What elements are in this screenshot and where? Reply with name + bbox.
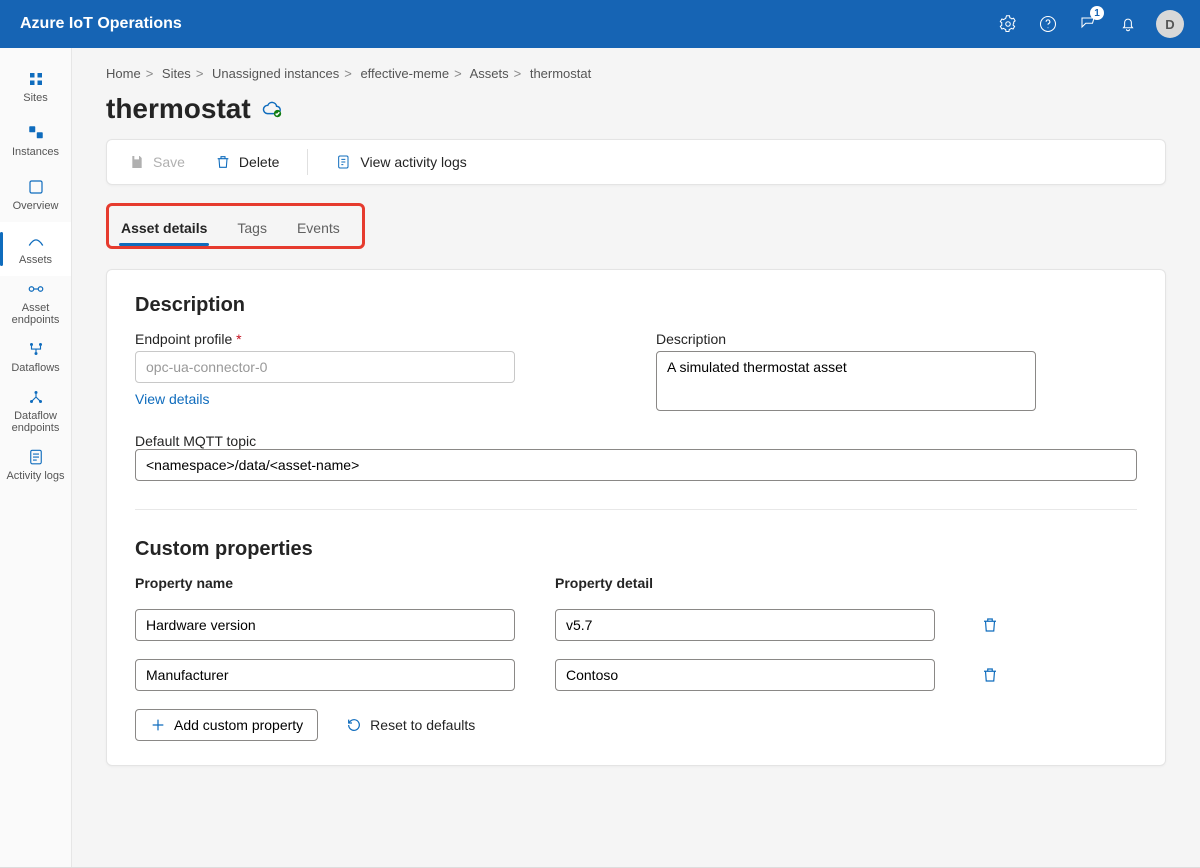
nav-overview[interactable]: Overview	[0, 168, 71, 222]
notifications-icon[interactable]	[1108, 0, 1148, 48]
nav-asset-endpoints[interactable]: Asset endpoints	[0, 276, 71, 330]
user-avatar[interactable]: D	[1156, 10, 1184, 38]
feedback-badge: 1	[1090, 6, 1104, 20]
top-header: Azure IoT Operations 1 D	[0, 0, 1200, 48]
reset-icon	[346, 717, 362, 733]
mqtt-topic-label: Default MQTT topic	[135, 433, 256, 449]
property-detail-input[interactable]	[555, 609, 935, 641]
help-icon[interactable]	[1028, 0, 1068, 48]
left-nav: Sites Instances Overview Assets Asset en…	[0, 48, 72, 867]
toolbar: Save Delete View activity logs	[106, 139, 1166, 185]
property-name-input[interactable]	[135, 659, 515, 691]
description-label: Description	[656, 331, 1137, 347]
property-detail-input[interactable]	[555, 659, 935, 691]
trash-icon	[215, 154, 231, 170]
breadcrumb: Home> Sites> Unassigned instances> effec…	[106, 66, 1166, 81]
activity-log-icon	[336, 154, 352, 170]
view-activity-logs-button[interactable]: View activity logs	[334, 148, 468, 176]
endpoint-profile-label: Endpoint profile	[135, 331, 616, 347]
property-name-header: Property name	[135, 575, 515, 591]
crumb-sites[interactable]: Sites	[162, 66, 191, 81]
section-description: Description	[135, 294, 1137, 317]
delete-button[interactable]: Delete	[213, 148, 281, 176]
app-title: Azure IoT Operations	[20, 15, 182, 33]
save-button: Save	[127, 148, 187, 176]
tab-asset-details[interactable]: Asset details	[119, 214, 209, 246]
crumb-home[interactable]: Home	[106, 66, 141, 81]
endpoint-profile-input	[135, 351, 515, 383]
view-details-link[interactable]: View details	[135, 391, 616, 407]
crumb-assets[interactable]: Assets	[470, 66, 509, 81]
add-custom-property-button[interactable]: Add custom property	[135, 709, 318, 741]
mqtt-topic-input[interactable]	[135, 449, 1137, 481]
nav-instances[interactable]: Instances	[0, 114, 71, 168]
crumb-current: thermostat	[530, 66, 591, 81]
details-card: Description Endpoint profile View detail…	[106, 269, 1166, 766]
settings-icon[interactable]	[988, 0, 1028, 48]
crumb-instance[interactable]: effective-meme	[360, 66, 449, 81]
tab-events[interactable]: Events	[295, 214, 342, 246]
delete-property-button[interactable]	[975, 610, 1005, 640]
reset-to-defaults-button[interactable]: Reset to defaults	[340, 716, 481, 734]
trash-icon	[981, 616, 999, 634]
feedback-icon[interactable]: 1	[1068, 0, 1108, 48]
section-custom-properties: Custom properties	[135, 538, 1137, 561]
tabs-highlight-box: Asset details Tags Events	[106, 203, 365, 249]
main-content: Home> Sites> Unassigned instances> effec…	[72, 48, 1200, 867]
cloud-synced-icon	[261, 98, 283, 120]
tab-tags[interactable]: Tags	[235, 214, 269, 246]
page-title: thermostat	[106, 93, 1166, 125]
trash-icon	[981, 666, 999, 684]
crumb-unassigned[interactable]: Unassigned instances	[212, 66, 339, 81]
nav-assets[interactable]: Assets	[0, 222, 71, 276]
property-detail-header: Property detail	[555, 575, 935, 591]
delete-property-button[interactable]	[975, 660, 1005, 690]
plus-icon	[150, 717, 166, 733]
nav-activity-logs[interactable]: Activity logs	[0, 438, 71, 492]
property-name-input[interactable]	[135, 609, 515, 641]
nav-dataflow-endpoints[interactable]: Dataflow endpoints	[0, 384, 71, 438]
save-icon	[129, 154, 145, 170]
description-input[interactable]	[656, 351, 1036, 411]
custom-properties-grid: Property name Property detail	[135, 575, 1137, 691]
nav-sites[interactable]: Sites	[0, 60, 71, 114]
nav-dataflows[interactable]: Dataflows	[0, 330, 71, 384]
